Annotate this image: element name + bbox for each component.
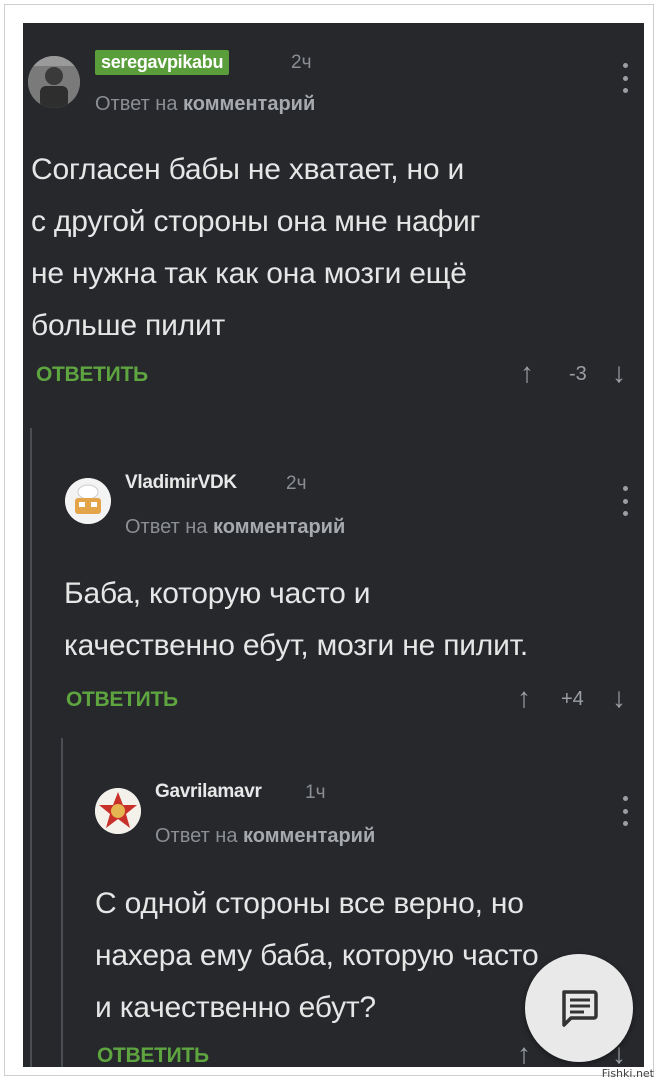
more-options-icon[interactable]: [621, 796, 629, 826]
reply-to-target[interactable]: комментарий: [183, 93, 315, 115]
upvote-arrow-icon[interactable]: ↑: [517, 1040, 531, 1068]
timestamp: 2ч: [286, 473, 307, 494]
username[interactable]: Gavrilamavr: [155, 781, 262, 803]
vote-score: +4: [561, 688, 584, 710]
reply-to-link[interactable]: Ответ на комментарий: [95, 93, 315, 116]
username[interactable]: seregavpikabu: [95, 50, 230, 75]
upvote-arrow-icon[interactable]: ↑: [517, 684, 531, 712]
comment-text: Баба, которую часто и качественно ебут, …: [64, 577, 529, 662]
upvote-arrow-icon[interactable]: ↑: [520, 359, 534, 387]
vote-score: -3: [569, 363, 587, 385]
screenshot-frame: seregavpikabu 2ч Ответ на комментарий Со…: [4, 4, 654, 1076]
reply-to-target[interactable]: комментарий: [243, 825, 375, 847]
timestamp: 1ч: [305, 782, 326, 803]
reply-button[interactable]: ОТВЕТИТЬ: [66, 688, 178, 712]
downvote-arrow-icon[interactable]: ↓: [612, 359, 626, 387]
reply-to-target[interactable]: комментарий: [213, 516, 345, 538]
reply-button[interactable]: ОТВЕТИТЬ: [97, 1044, 209, 1067]
reply-button[interactable]: ОТВЕТИТЬ: [36, 363, 148, 387]
watermark: Fishki.net: [601, 1067, 654, 1080]
reply-to-prefix: Ответ на: [95, 93, 178, 115]
reply-to-link[interactable]: Ответ на комментарий: [125, 516, 345, 539]
comments-screen: seregavpikabu 2ч Ответ на комментарий Со…: [23, 23, 644, 1067]
reply-to-prefix: Ответ на: [125, 516, 208, 538]
reply-to-prefix: Ответ на: [155, 825, 238, 847]
downvote-arrow-icon[interactable]: ↓: [612, 684, 626, 712]
comment-1: seregavpikabu 2ч Ответ на комментарий Со…: [23, 23, 644, 413]
avatar[interactable]: [28, 56, 80, 108]
comment-text: С одной стороны все верно, но нахера ему…: [95, 887, 539, 1024]
avatar[interactable]: [65, 478, 111, 524]
comment-fab-button[interactable]: [525, 954, 633, 1062]
avatar[interactable]: [95, 788, 141, 834]
more-options-icon[interactable]: [621, 486, 629, 516]
comment-2: VladimirVDK 2ч Ответ на комментарий Баба…: [23, 428, 644, 733]
reply-to-link[interactable]: Ответ на комментарий: [155, 825, 375, 848]
username[interactable]: VladimirVDK: [125, 472, 237, 494]
comment-text: Согласен бабы не хватает, но и с другой …: [31, 153, 481, 342]
timestamp: 2ч: [291, 52, 312, 73]
more-options-icon[interactable]: [621, 63, 629, 93]
